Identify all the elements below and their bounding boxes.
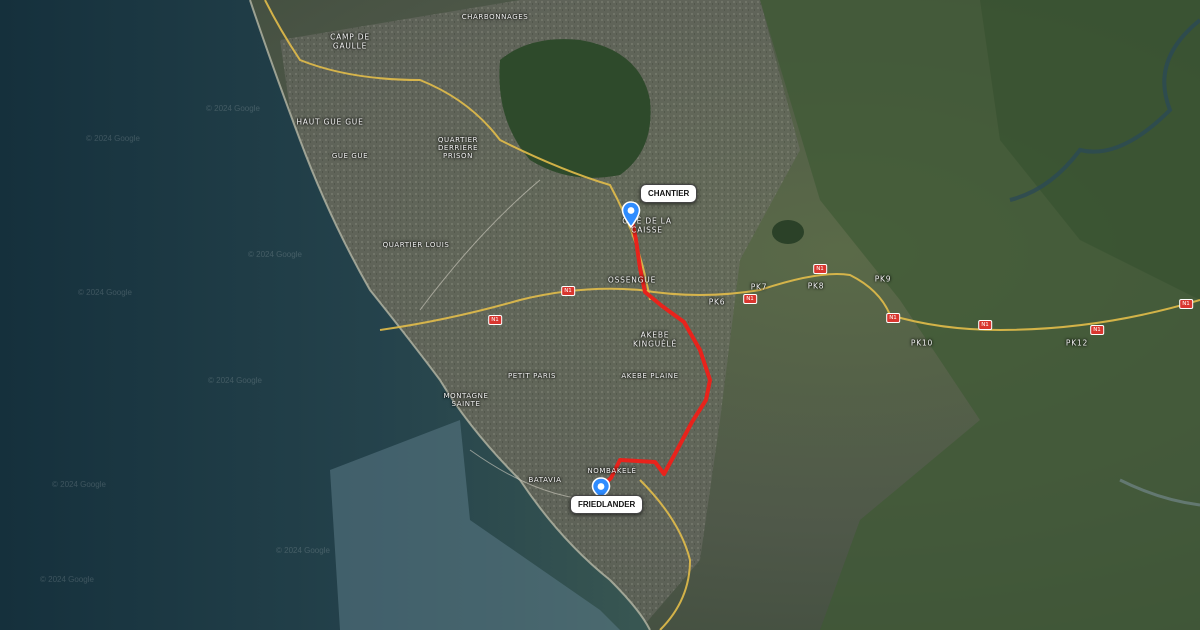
place-label: MONTAGNE SAINTE — [443, 391, 489, 408]
place-label: AKEBE PLAINE — [621, 371, 679, 380]
map-credit: © 2024 Google — [276, 546, 330, 555]
marker-label-chantier[interactable]: CHANTIER — [640, 184, 698, 203]
road-shield: N1 — [561, 286, 575, 296]
road-shield: N1 — [978, 320, 992, 330]
road-shield: N1 — [488, 315, 502, 325]
place-label: PK9 — [874, 274, 892, 284]
place-label: PETIT PARIS — [507, 371, 557, 380]
road-shield: N1 — [743, 294, 757, 304]
place-label: CAMP DE GAULLE — [330, 32, 370, 50]
place-label: GUE GUE — [331, 151, 369, 160]
road-shield: N1 — [1090, 325, 1104, 335]
place-label: BATAVIA — [528, 475, 562, 484]
place-label: QUARTIER LOUIS — [382, 240, 450, 249]
marker-label-friedlander[interactable]: FRIEDLANDER — [570, 495, 644, 514]
place-label: PK12 — [1065, 338, 1089, 348]
map-credit: © 2024 Google — [208, 376, 262, 385]
map-credit: © 2024 Google — [40, 575, 94, 584]
place-label: PK6 — [708, 297, 726, 307]
place-label: HAUT GUE GUE — [296, 117, 364, 127]
map-credit: © 2024 Google — [206, 104, 260, 113]
place-label: CHARBONNAGES — [461, 12, 529, 21]
map-credit: © 2024 Google — [248, 250, 302, 259]
place-label: OSSENGUE — [607, 275, 657, 285]
place-label: QUARTIER DERRIERE PRISON — [437, 135, 479, 161]
place-label: PK10 — [910, 338, 934, 348]
map-pin-icon[interactable] — [621, 201, 641, 229]
map-credit: © 2024 Google — [78, 288, 132, 297]
place-label: PK7 — [750, 282, 768, 292]
map-credit: © 2024 Google — [86, 134, 140, 143]
road-shield: N1 — [1179, 299, 1193, 309]
map-imagery — [0, 0, 1200, 630]
road-shield: N1 — [886, 313, 900, 323]
map-credit: © 2024 Google — [52, 480, 106, 489]
place-label: NOMBAKELÉ — [587, 466, 637, 475]
place-label: PK8 — [807, 281, 825, 291]
satellite-map[interactable]: © 2024 Google © 2024 Google © 2024 Googl… — [0, 0, 1200, 630]
road-shield: N1 — [813, 264, 827, 274]
place-label: AKEBE KINGUÉLÉ — [632, 330, 678, 348]
